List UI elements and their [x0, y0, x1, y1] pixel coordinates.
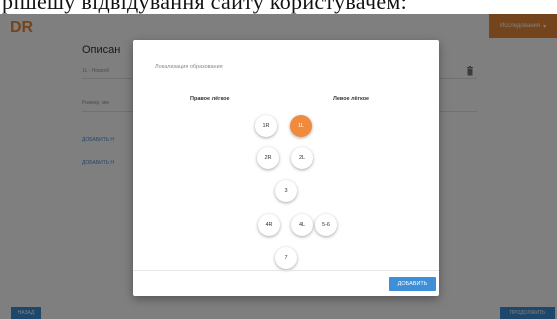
right-lung-heading: Правое лёгкое [190, 96, 230, 102]
lobe-button-1l[interactable]: 1L [290, 115, 312, 137]
dialog-divider [133, 270, 439, 271]
lobe-button-2l[interactable]: 2L [291, 147, 313, 169]
lobe-button-3[interactable]: 3 [275, 180, 297, 202]
lesion-location-dialog: Локализация образования Правое лёгкое Ле… [133, 40, 439, 296]
lobe-button-2r[interactable]: 2R [257, 147, 279, 169]
lobe-button-7[interactable]: 7 [275, 247, 297, 269]
lobe-button-1r[interactable]: 1R [255, 115, 277, 137]
lobe-button-4r[interactable]: 4R [258, 214, 280, 236]
lobe-button-5-6[interactable]: 5-6 [315, 214, 337, 236]
add-button[interactable]: ДОБАВИТЬ [389, 277, 436, 291]
dialog-title: Локализация образования [155, 64, 223, 70]
cropped-caption: рішешу відвідування сайту користувачем: [0, 0, 557, 14]
caption-text: рішешу відвідування сайту користувачем: [2, 0, 408, 14]
left-lung-heading: Левое лёгкое [333, 96, 370, 102]
lobe-button-4l[interactable]: 4L [291, 214, 313, 236]
